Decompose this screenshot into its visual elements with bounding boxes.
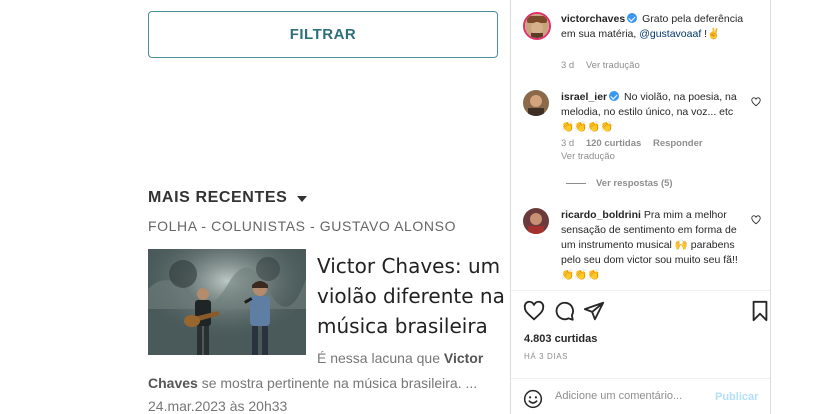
comment-meta: 3 d Ver tradução [561,59,649,73]
mention-link[interactable]: @gustavoaaf [639,28,701,40]
comment-bubble-icon[interactable] [553,300,575,322]
comment-age: 3 d [561,60,575,71]
avatar-image [523,90,549,116]
article-date: 24.mar.2023 às 20h33 [148,398,288,414]
article-thumbnail[interactable] [148,249,306,355]
avatar[interactable] [523,208,549,234]
likes-count[interactable]: 4.803 curtidas [524,333,597,345]
comment-text: israel_ier No violão, na poesia, na melo… [561,91,737,133]
comment-username[interactable]: israel_ier [561,91,607,103]
translate-link[interactable]: Ver tradução [561,150,615,164]
post-actions [523,300,768,324]
concert-photo [148,249,306,355]
post-timestamp: HÁ 3 DIAS [524,352,569,361]
recent-section-dropdown[interactable]: MAIS RECENTES [148,189,308,207]
comment-text: ricardo_boldrini Pra mim a melhor sensaç… [561,209,738,281]
share-send-icon[interactable] [583,300,605,322]
section-title: MAIS RECENTES [148,189,288,206]
comment-likes[interactable]: 120 curtidas [586,138,641,149]
comment-username[interactable]: victorchaves [561,13,625,25]
avatar[interactable] [523,90,549,116]
like-heart-icon[interactable] [523,300,545,322]
article-excerpt: É nessa lacuna que Victor Chaves se most… [148,350,484,391]
comment-input[interactable] [555,390,715,402]
comment-age: 3 d [561,138,575,149]
avatar-image [523,208,549,234]
comment-username[interactable]: ricardo_boldrini [561,209,641,221]
add-comment-bar: Publicar [511,378,770,414]
instagram-comments-panel: victorchaves Grato pela deferência em su… [510,0,771,414]
view-replies-link[interactable]: Ver respostas (5) [566,178,673,189]
heart-icon[interactable] [751,215,761,225]
article-headline[interactable]: Victor Chaves: um violão diferente na mú… [317,251,507,341]
page-background [772,0,828,414]
news-panel: FILTRAR MAIS RECENTES FOLHA - COLUNISTAS… [0,0,510,414]
reply-link[interactable]: Responder [653,138,703,149]
breadcrumb[interactable]: FOLHA - COLUNISTAS - GUSTAVO ALONSO [148,218,456,234]
filter-button[interactable]: FILTRAR [148,11,498,58]
verified-badge-icon [627,13,638,23]
verified-badge-icon [609,91,620,101]
publish-button[interactable]: Publicar [715,391,758,403]
heart-icon[interactable] [751,97,761,107]
comment-text: victorchaves Grato pela deferência em su… [561,13,744,40]
avatar[interactable] [523,12,551,40]
translate-link[interactable]: Ver tradução [586,60,640,71]
avatar-image [525,14,549,38]
caret-down-icon [297,196,308,202]
comment-meta: 3 d 120 curtidas Responder [561,137,712,151]
emoji-icon[interactable] [523,389,543,409]
divider [511,290,770,291]
replies-divider [566,183,586,184]
bookmark-icon[interactable] [749,300,771,322]
